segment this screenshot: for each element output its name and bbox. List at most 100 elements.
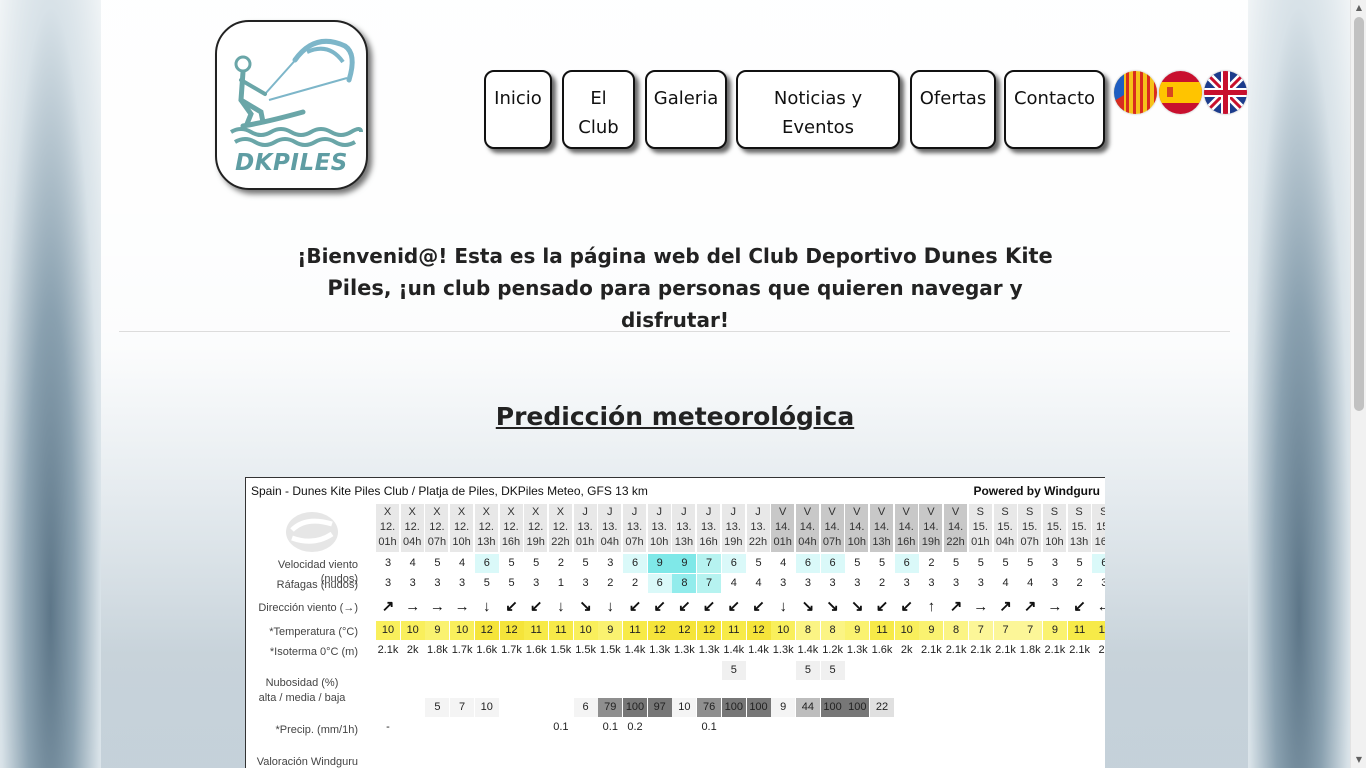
nav-ofertas-button[interactable]: Ofertas xyxy=(910,70,996,149)
forecast-time-label: 01h xyxy=(378,536,397,548)
wind-direction-arrow-icon: ↓ xyxy=(606,598,615,615)
forecast-time-label: 07h xyxy=(625,536,644,548)
temperature-cell: 12 xyxy=(746,621,771,640)
forecast-time-label: V xyxy=(853,506,861,518)
forecast-time-label: X xyxy=(433,506,441,518)
forecast-time-label: 15. xyxy=(1096,521,1105,533)
forecast-time-header: V 14. 10h xyxy=(845,504,870,552)
forecast-time-label: 15. xyxy=(1046,521,1063,533)
forecast-time-label: 19h xyxy=(526,536,545,548)
forecast-time-label: 01h xyxy=(971,536,990,548)
forecast-time-label: 13h xyxy=(477,536,496,548)
isotherm-cell: 2.1k xyxy=(1044,644,1066,656)
forecast-time-header: J 13. 13h xyxy=(672,504,697,552)
forecast-time-label: X xyxy=(457,506,466,518)
gust-cell: 3 xyxy=(533,577,540,589)
scroll-down-arrow-icon[interactable]: ▼ xyxy=(1351,752,1366,768)
forecast-time-header: V 14. 16h xyxy=(894,504,919,552)
temperature-cell: 12 xyxy=(672,621,697,640)
wind-direction-arrow-icon: ↗ xyxy=(949,598,963,615)
cloud-low-cell: 100 xyxy=(820,698,845,717)
forecast-time-label: V xyxy=(951,506,960,518)
nav-el-club-button[interactable]: El Club xyxy=(562,70,635,149)
forecast-time-header: J 13. 01h xyxy=(573,504,598,552)
gust-cell: 2 xyxy=(607,577,614,589)
wind-direction-arrow-icon: → xyxy=(429,598,445,615)
gust-cell: 3 xyxy=(928,577,935,589)
forecast-time-label: X xyxy=(482,506,490,518)
wind-speed-cell: 5 xyxy=(434,557,441,569)
welcome-text-part2: , ¡un club pensado para personas que qui… xyxy=(383,276,1023,332)
wind-speed-cell: 6 xyxy=(474,554,499,573)
wind-direction-arrow-icon: ↓ xyxy=(483,598,491,615)
forecast-time-header: X 12. 22h xyxy=(548,504,573,552)
wind-direction-arrow-icon: ↙ xyxy=(505,598,518,615)
gust-cell: 3 xyxy=(384,577,392,589)
isotherm-cell: 1.7k xyxy=(501,644,522,656)
nav-noticias-button[interactable]: Noticias y Eventos xyxy=(736,70,900,149)
wind-direction-arrow-icon: ↘ xyxy=(851,598,864,615)
precip-cell: 0.1 xyxy=(701,721,717,733)
uk-flag-icon[interactable] xyxy=(1204,71,1247,114)
forecast-time-label: 04h xyxy=(798,536,817,548)
forecast-time-header: J 13. 04h xyxy=(598,504,623,552)
temperature-cell: 10 xyxy=(894,621,919,640)
label-cloud-sub: alta / media / baja xyxy=(258,692,346,704)
logo-text: DKPILES xyxy=(235,150,348,176)
club-logo[interactable]: DKPILES xyxy=(215,20,368,190)
nav-contacto-button[interactable]: Contacto xyxy=(1004,70,1105,149)
wind-direction-arrow-icon: ↓ xyxy=(779,598,787,615)
wind-speed-cell: 9 xyxy=(647,554,672,573)
cloud-low-cell: 7 xyxy=(450,698,475,717)
gust-cell: 4 xyxy=(1002,577,1009,589)
gust-cell: 3 xyxy=(1092,574,1105,593)
forecast-time-label: 12. xyxy=(404,521,420,533)
scroll-up-arrow-icon[interactable]: ▲ xyxy=(1351,0,1366,16)
forecast-time-header: J 13. 10h xyxy=(647,504,672,552)
temperature-cell: 9 xyxy=(1042,621,1067,640)
cloud-high-cell: 5 xyxy=(820,661,845,680)
forecast-time-header: S15. 16h xyxy=(1092,504,1105,552)
nav-galeria-button[interactable]: Galeria xyxy=(645,70,727,149)
wind-speed-cell: 6 xyxy=(721,554,746,573)
forecast-time-label: 04h xyxy=(600,536,619,548)
forecast-time-label: J xyxy=(631,506,638,518)
gust-cell: 3 xyxy=(804,577,811,589)
windguru-forecast-widget[interactable]: Spain - Dunes Kite Piles Club / Platja d… xyxy=(245,477,1105,768)
temperature-cell: 12 xyxy=(474,621,499,640)
scrollbar-thumb[interactable] xyxy=(1354,17,1364,411)
forecast-time-label: 07h xyxy=(427,536,447,548)
forecast-time-label: 12. xyxy=(528,521,544,533)
valencian-flag-icon[interactable] xyxy=(1114,71,1157,114)
forecast-time-label: X xyxy=(532,506,540,518)
forecast-time-label: 13. xyxy=(750,521,766,533)
label-direction: Dirección viento (→) xyxy=(258,602,358,614)
powered-by-windguru-link[interactable]: Powered by Windguru xyxy=(973,478,1100,504)
precip-cell: 0.1 xyxy=(602,721,618,733)
forecast-section-title: Predicción meteorológica xyxy=(495,402,855,431)
forecast-time-label: 14. xyxy=(923,521,939,533)
forecast-time-label: 01h xyxy=(773,536,792,548)
forecast-time-label: 13. xyxy=(602,521,618,533)
forecast-header: Spain - Dunes Kite Piles Club / Platja d… xyxy=(246,478,1105,504)
vertical-scrollbar[interactable]: ▲ ▼ xyxy=(1350,0,1366,768)
isotherm-cell: 1.6k xyxy=(871,644,893,656)
label-cloud: Nubosidad (%) xyxy=(265,677,339,689)
nav-inicio-button[interactable]: Inicio xyxy=(484,70,552,149)
forecast-time-header: V 14. 13h xyxy=(870,504,894,552)
isotherm-cell: 1.5k xyxy=(575,644,596,656)
temperature-cell: 9 xyxy=(425,621,450,640)
spanish-flag-icon[interactable] xyxy=(1159,71,1202,114)
forecast-time-header: V 14. 04h xyxy=(795,504,820,552)
forecast-time-label: 14. xyxy=(775,521,791,533)
temperature-cell: 9 xyxy=(845,621,870,640)
wind-direction-arrow-icon: ↙ xyxy=(628,598,642,615)
forecast-time-label: 19h xyxy=(921,536,941,548)
wind-speed-cell: 5 xyxy=(953,557,960,569)
forecast-time-label: 13. xyxy=(725,521,741,533)
forecast-time-header: V 14. 07h xyxy=(820,504,845,552)
cloud-low-cell: 22 xyxy=(870,698,894,717)
gust-cell: 3 xyxy=(977,577,984,589)
temperature-cell: 8 xyxy=(795,621,820,640)
background-right xyxy=(1248,0,1350,768)
